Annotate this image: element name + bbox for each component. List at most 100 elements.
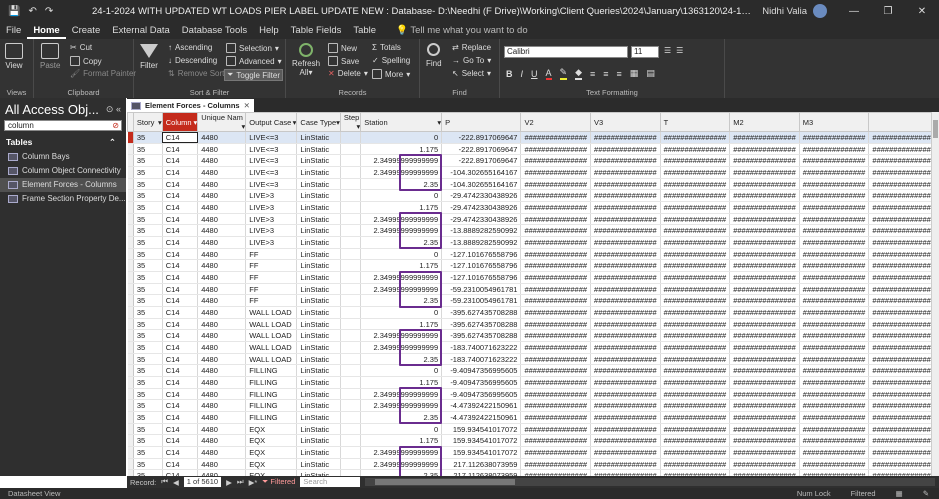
- cell[interactable]: ###############: [729, 224, 800, 238]
- selection-button[interactable]: Selection ▾: [226, 43, 279, 53]
- cell[interactable]: WALL LOAD: [245, 341, 298, 354]
- cell[interactable]: ###############: [799, 131, 870, 144]
- ribbon-tab-external-data[interactable]: External Data: [106, 22, 176, 39]
- cell[interactable]: ###############: [520, 178, 592, 191]
- cell[interactable]: ###############: [868, 294, 939, 308]
- remove-sort-button[interactable]: ⇅ Remove Sort: [168, 69, 224, 78]
- cell[interactable]: ###############: [799, 364, 870, 378]
- cell[interactable]: LinStatic: [296, 143, 341, 156]
- ribbon-tab-table[interactable]: Table: [347, 22, 382, 39]
- cell[interactable]: ###############: [590, 189, 661, 203]
- cell[interactable]: C14: [162, 318, 199, 331]
- cell[interactable]: ###############: [799, 341, 870, 354]
- cell[interactable]: ###############: [660, 399, 731, 413]
- cell[interactable]: ###############: [799, 154, 870, 168]
- cell[interactable]: ###############: [520, 306, 592, 319]
- nav-header[interactable]: All Access Obj... ⊙ «: [0, 98, 126, 120]
- cell[interactable]: ###############: [868, 423, 939, 436]
- cell[interactable]: 4480: [197, 189, 247, 203]
- table-row[interactable]: 35 C14 4480 EQX LinStatic 2.34999999999999 159…: [127, 446, 939, 459]
- cell[interactable]: 4480: [197, 364, 247, 378]
- cell[interactable]: -13.8889282590992: [441, 236, 522, 249]
- cell[interactable]: LinStatic: [296, 364, 341, 378]
- cell[interactable]: ###############: [660, 306, 731, 319]
- cell[interactable]: FILLING: [245, 376, 298, 389]
- cell[interactable]: ###############: [590, 271, 661, 284]
- cell[interactable]: ###############: [729, 329, 800, 343]
- cell[interactable]: 4480: [197, 341, 247, 354]
- spelling-button[interactable]: ✓ Spelling: [372, 56, 410, 65]
- cell[interactable]: 217.112638073959: [441, 458, 522, 471]
- cell[interactable]: ###############: [590, 399, 661, 413]
- cell[interactable]: -104.302655164167: [441, 178, 522, 191]
- cell[interactable]: ###############: [868, 213, 939, 226]
- cell[interactable]: ###############: [520, 411, 592, 424]
- cell[interactable]: ###############: [520, 446, 592, 459]
- cell[interactable]: -183.740071623222: [441, 353, 522, 366]
- cell[interactable]: ###############: [520, 434, 592, 448]
- cell[interactable]: EQX: [245, 458, 298, 471]
- refresh-button[interactable]: Refresh All▾: [292, 43, 320, 77]
- column-header[interactable]: V2: [520, 112, 592, 132]
- table-row[interactable]: 35 C14 4480 LIVE<=3 LinStatic 0 -222.891706964…: [127, 131, 939, 144]
- cell[interactable]: ###############: [520, 388, 592, 401]
- cell[interactable]: ###############: [660, 236, 731, 249]
- cell[interactable]: ###############: [799, 423, 870, 436]
- cell[interactable]: LinStatic: [296, 423, 341, 436]
- cell[interactable]: LinStatic: [296, 376, 341, 389]
- more-button[interactable]: More ▾: [372, 69, 410, 79]
- column-dropdown-icon[interactable]: ▾: [437, 118, 440, 127]
- cell[interactable]: LinStatic: [296, 178, 341, 191]
- cell[interactable]: [340, 446, 362, 459]
- select-button[interactable]: ↖ Select ▾: [452, 69, 491, 78]
- cell[interactable]: C14: [162, 341, 199, 354]
- cell[interactable]: 4480: [197, 434, 247, 448]
- redo-icon[interactable]: ↷: [45, 6, 53, 17]
- cell[interactable]: 4480: [197, 306, 247, 319]
- cell[interactable]: 0: [360, 131, 443, 144]
- cell[interactable]: -395.627435708288: [441, 318, 522, 331]
- tab-element-forces[interactable]: Element Forces - Columns ✕: [127, 99, 254, 112]
- cell[interactable]: ###############: [799, 259, 870, 273]
- cell[interactable]: ###############: [660, 423, 731, 436]
- avatar[interactable]: [813, 4, 827, 18]
- save-icon[interactable]: 💾: [8, 6, 20, 17]
- cell[interactable]: WALL LOAD: [245, 306, 298, 319]
- cell[interactable]: C14: [162, 411, 199, 424]
- delete-button[interactable]: ✕ Delete ▾: [328, 69, 368, 78]
- alternate-row-color-icon[interactable]: ▤: [646, 68, 655, 79]
- cell[interactable]: ###############: [868, 259, 939, 273]
- cell[interactable]: LinStatic: [296, 446, 341, 459]
- column-header[interactable]: T: [659, 112, 731, 132]
- cell[interactable]: 4480: [197, 178, 247, 191]
- cell[interactable]: 35: [133, 248, 163, 261]
- cell[interactable]: 4480: [197, 143, 247, 156]
- cell[interactable]: ###############: [660, 294, 731, 308]
- prev-record-icon[interactable]: ◀: [173, 478, 179, 487]
- cell[interactable]: FF: [245, 248, 298, 261]
- cell[interactable]: [340, 458, 362, 471]
- cell[interactable]: ###############: [799, 271, 870, 284]
- cell[interactable]: ###############: [729, 423, 800, 436]
- column-dropdown-icon[interactable]: ▾: [336, 118, 339, 127]
- table-row[interactable]: 35 C14 4480 LIVE<=3 LinStatic 1.175 -222.89170…: [127, 143, 939, 156]
- cell[interactable]: ###############: [590, 154, 661, 168]
- cell[interactable]: 4480: [197, 283, 247, 296]
- cell[interactable]: -13.8889282590992: [441, 224, 522, 238]
- cell[interactable]: 4480: [197, 213, 247, 226]
- cell[interactable]: ###############: [868, 318, 939, 331]
- cell[interactable]: 35: [133, 143, 163, 156]
- cell[interactable]: LinStatic: [296, 131, 341, 144]
- ribbon-tab-database-tools[interactable]: Database Tools: [176, 22, 253, 39]
- cell[interactable]: LinStatic: [296, 154, 341, 168]
- cut-button[interactable]: ✂ Cut: [70, 43, 92, 52]
- cell[interactable]: ###############: [590, 341, 661, 354]
- cell[interactable]: ###############: [729, 364, 800, 378]
- table-row[interactable]: 35 C14 4480 FF LinStatic 2.34999999999999 -59.…: [127, 283, 939, 296]
- column-header[interactable]: V3: [590, 112, 661, 132]
- tell-me-search[interactable]: 💡 Tell me what you want to do: [396, 25, 528, 36]
- cell[interactable]: 4480: [197, 318, 247, 331]
- cell[interactable]: 4480: [197, 294, 247, 308]
- cell[interactable]: C14: [162, 388, 199, 401]
- cell[interactable]: [340, 399, 362, 413]
